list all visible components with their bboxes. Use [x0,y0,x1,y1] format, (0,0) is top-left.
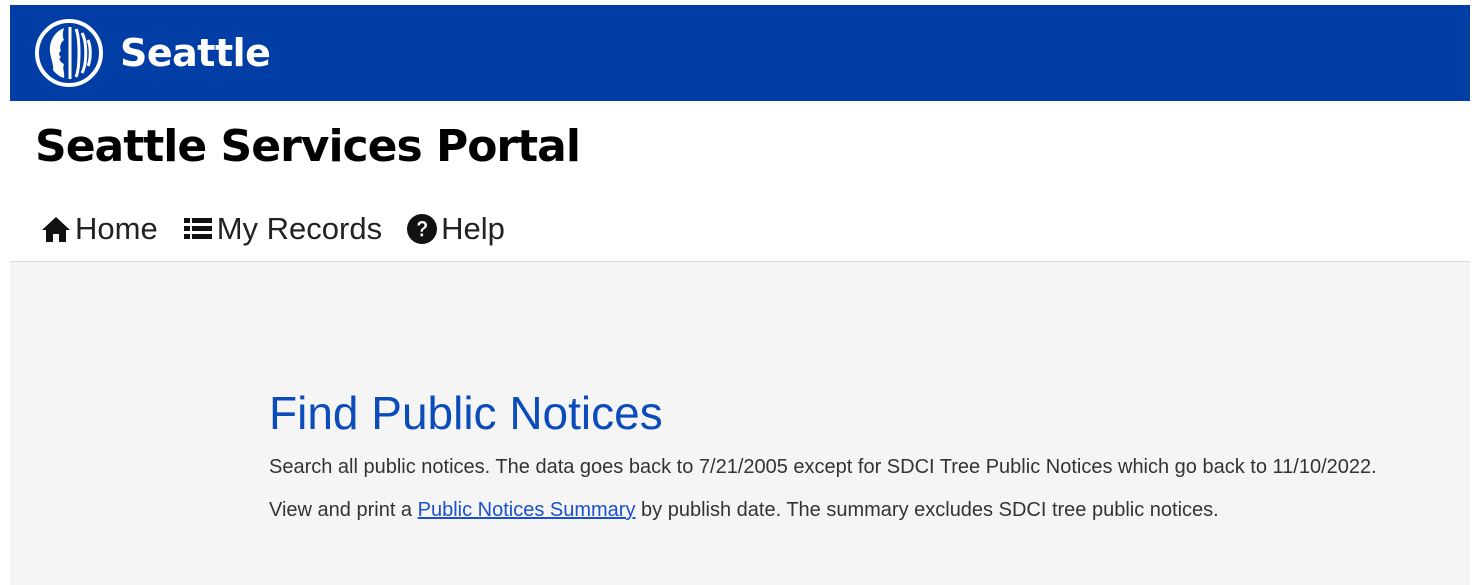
list-icon [182,216,214,242]
main-nav: Home My Records Help [40,211,529,247]
description-text: Search all public notices. The data goes… [269,456,1377,478]
portal-title: Seattle Services Portal [35,121,581,172]
nav-item-label: Help [441,211,505,246]
page-frame: Seattle Seattle Services Portal Home My … [10,5,1470,585]
brand-name[interactable]: Seattle [120,31,271,75]
city-header-bar: Seattle [10,5,1470,101]
summary-suffix: by publish date. The summary excludes SD… [635,499,1219,521]
summary-text: View and print a Public Notices Summary … [269,493,1449,527]
summary-prefix: View and print a [269,499,418,521]
portal-header: Seattle Services Portal Home My Records … [10,101,1470,262]
nav-item-label: My Records [216,211,383,246]
nav-item-help[interactable]: Help [406,211,505,247]
main-content: Find Public Notices Search all public no… [269,390,1449,527]
page-title: Find Public Notices [269,387,663,439]
home-icon [40,214,72,244]
nav-item-home[interactable]: Home [40,211,158,247]
nav-item-label: Home [75,211,158,246]
public-notices-summary-link[interactable]: Public Notices Summary [418,499,636,521]
nav-item-my-records[interactable]: My Records [182,211,382,247]
seattle-seal-icon[interactable] [34,18,104,88]
question-circle-icon [406,213,438,245]
